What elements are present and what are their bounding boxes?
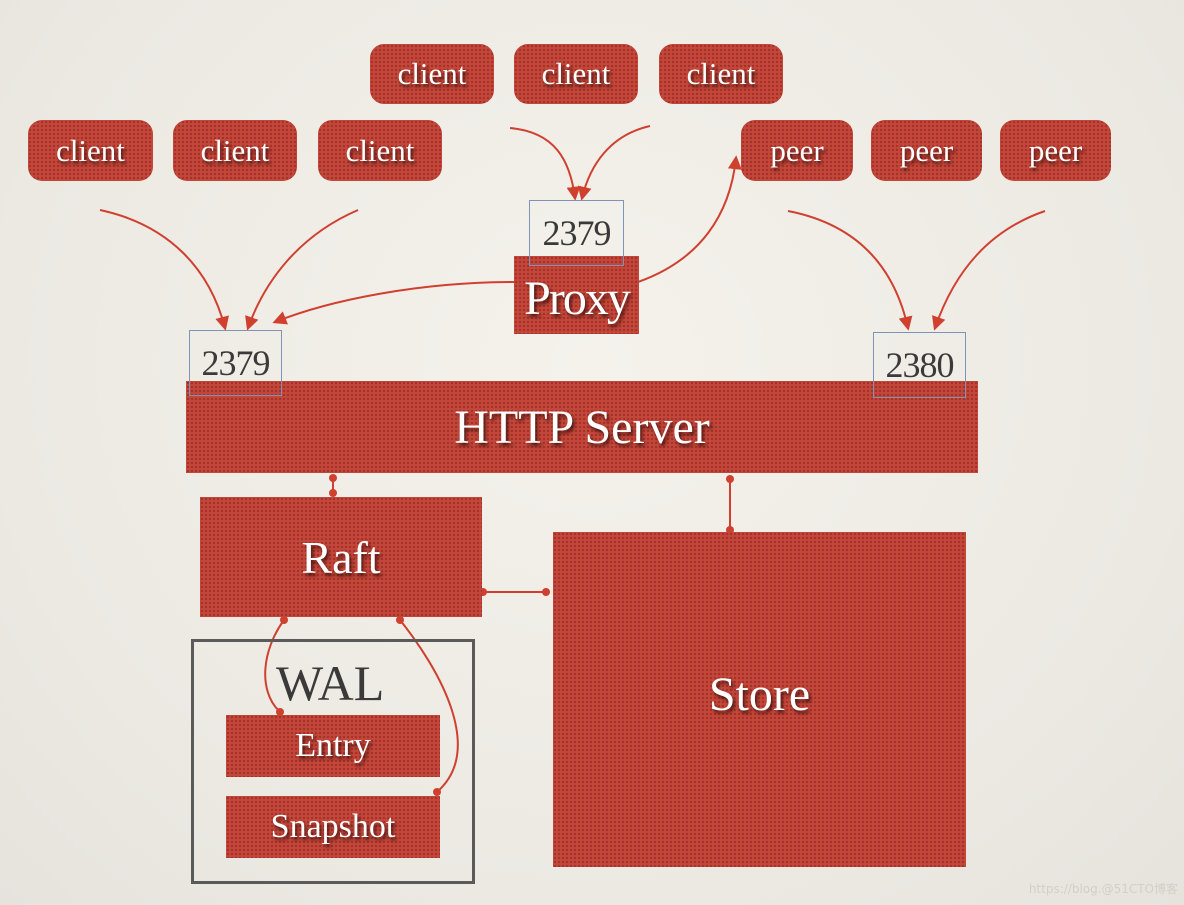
peer-node: peer — [871, 120, 982, 181]
client-node: client — [659, 44, 783, 104]
arrow-peer-3-to-2380 — [932, 210, 1046, 331]
peer-node: peer — [741, 120, 853, 181]
client-node: client — [514, 44, 638, 104]
store-box: Store — [553, 532, 966, 867]
arrow-proxy-to-peer — [637, 155, 742, 283]
arrow-client-left-2-to-2379 — [245, 209, 359, 331]
wal-label: WAL — [276, 655, 385, 711]
arrow-client-top-2-to-proxy-port — [577, 125, 651, 201]
proxy-port-label: 2379 — [529, 200, 624, 266]
proxy-box: Proxy — [514, 256, 639, 334]
raft-box: Raft — [200, 497, 482, 617]
arrow-proxy-to-2379 — [272, 281, 515, 325]
arrow-client-top-1-to-proxy-port — [509, 127, 581, 201]
client-port-label: 2379 — [189, 330, 282, 396]
arrow-peer-1-to-2380 — [787, 210, 913, 331]
peer-port-label: 2380 — [873, 332, 966, 398]
client-node: client — [318, 120, 442, 181]
client-node: client — [28, 120, 153, 181]
client-node: client — [370, 44, 494, 104]
peer-node: peer — [1000, 120, 1111, 181]
snapshot-box: Snapshot — [226, 796, 440, 858]
arrow-client-left-1-to-2379 — [99, 209, 229, 331]
client-node: client — [173, 120, 297, 181]
watermark: https://blog.@51CTO博客 — [1028, 882, 1178, 896]
entry-box: Entry — [226, 715, 440, 777]
http-server-box: HTTP Server — [186, 381, 978, 473]
